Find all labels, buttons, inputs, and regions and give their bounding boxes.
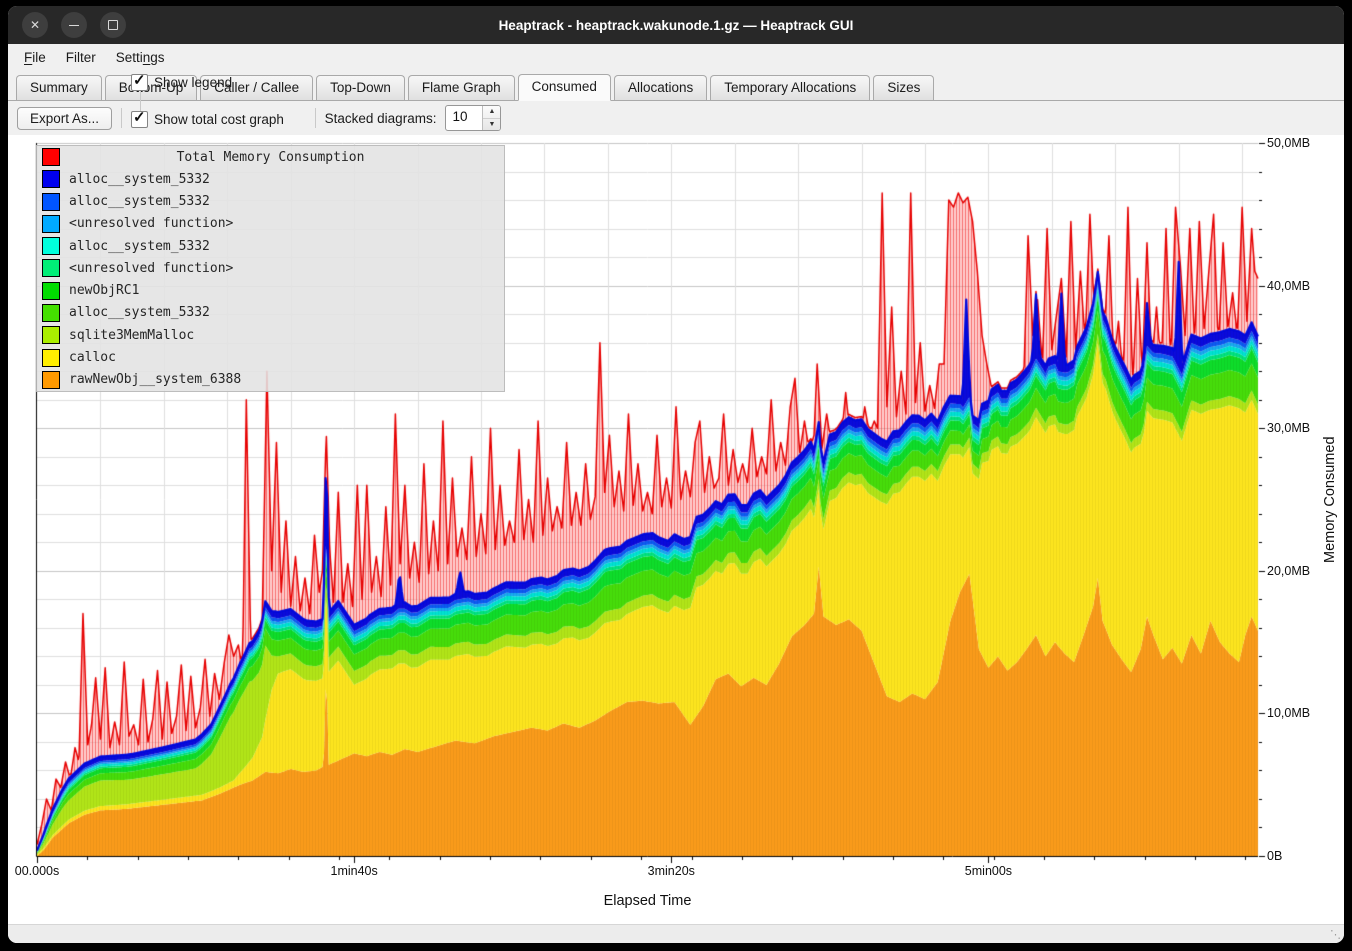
spin-down-button[interactable]: ▼	[483, 119, 500, 131]
legend-label: alloc__system_5332	[69, 172, 210, 187]
legend-label: calloc	[69, 350, 116, 365]
menu-bar: FileFilterSettings	[8, 44, 1344, 70]
legend-row: sqlite3MemMalloc	[37, 324, 504, 346]
y-axis-title: Memory Consumed	[1318, 143, 1342, 856]
checkbox-box[interactable]: ✓	[131, 111, 148, 128]
minimize-icon	[69, 25, 79, 26]
legend-swatch	[42, 349, 60, 367]
legend-swatch	[42, 237, 60, 255]
y-tick-label: 50,0MB	[1267, 136, 1310, 150]
maximize-button[interactable]	[100, 12, 126, 38]
toolbar: Export As... ✓Show legend✓Show total cos…	[8, 101, 1344, 135]
checkbox-box[interactable]: ✓	[131, 74, 148, 91]
menu-item-filter[interactable]: Filter	[56, 48, 106, 67]
legend-swatch	[42, 170, 60, 188]
spin-up-button[interactable]: ▲	[483, 106, 500, 119]
legend-swatch	[42, 193, 60, 211]
spinbox-value[interactable]: 10	[446, 106, 482, 130]
stacked-diagrams-spinbox[interactable]: 10 ▲ ▼	[445, 105, 501, 131]
checkbox-label: Show legend	[154, 75, 232, 90]
legend-swatch	[42, 148, 60, 166]
menu-item-settings[interactable]: Settings	[106, 48, 175, 67]
legend-row: <unresolved function>	[37, 213, 504, 235]
legend-label: alloc__system_5332	[69, 305, 210, 320]
legend-label: alloc__system_5332	[69, 239, 210, 254]
window-controls: ✕	[8, 12, 126, 38]
resize-grip[interactable]: ⋱	[1329, 929, 1341, 941]
legend-row: calloc	[37, 346, 504, 368]
legend-row: alloc__system_5332	[37, 168, 504, 190]
legend-label: sqlite3MemMalloc	[69, 328, 194, 343]
legend-swatch	[42, 371, 60, 389]
tab-temporary-allocations[interactable]: Temporary Allocations	[710, 75, 870, 100]
legend-row: Total Memory Consumption	[37, 146, 504, 168]
legend-label: rawNewObj__system_6388	[69, 372, 241, 387]
checkmark-icon: ✓	[133, 71, 146, 89]
y-tick-label: 0B	[1267, 849, 1282, 863]
checkbox-label: Show total cost graph	[154, 112, 284, 127]
y-tick-label: 20,0MB	[1267, 564, 1310, 578]
close-button[interactable]: ✕	[22, 12, 48, 38]
legend-swatch	[42, 304, 60, 322]
export-as-button[interactable]: Export As...	[17, 107, 112, 130]
y-tick-label: 40,0MB	[1267, 279, 1310, 293]
menu-item-file[interactable]: File	[14, 48, 56, 67]
x-axis-title: Elapsed Time	[37, 893, 1258, 909]
tab-consumed[interactable]: Consumed	[518, 74, 611, 101]
legend-swatch	[42, 282, 60, 300]
legend-row: alloc__system_5332	[37, 191, 504, 213]
x-tick-label: 00.000s	[15, 864, 59, 878]
legend-row: newObjRC1	[37, 280, 504, 302]
legend-row: <unresolved function>	[37, 257, 504, 279]
stacked-diagrams-label: Stacked diagrams:	[325, 111, 437, 126]
checkbox-show-legend[interactable]: ✓ Show legend	[131, 74, 306, 91]
legend-title: Total Memory Consumption	[69, 150, 504, 165]
status-bar: ⋱	[8, 924, 1344, 943]
y-tick-label: 10,0MB	[1267, 706, 1310, 720]
tab-flame-graph[interactable]: Flame Graph	[408, 75, 515, 100]
legend-swatch	[42, 259, 60, 277]
legend-label: newObjRC1	[69, 283, 139, 298]
x-tick-label: 5min00s	[965, 864, 1012, 878]
minimize-button[interactable]	[61, 12, 87, 38]
legend-swatch	[42, 215, 60, 233]
checkmark-icon: ✓	[133, 108, 146, 126]
legend-label: <unresolved function>	[69, 261, 233, 276]
toolbar-separator	[121, 108, 122, 128]
y-tick-label: 30,0MB	[1267, 421, 1310, 435]
chart-legend: Total Memory Consumption alloc__system_53…	[36, 145, 505, 392]
legend-row: alloc__system_5332	[37, 235, 504, 257]
maximize-icon	[108, 20, 118, 30]
tab-sizes[interactable]: Sizes	[873, 75, 934, 100]
legend-swatch	[42, 326, 60, 344]
window-title: Heaptrack - heaptrack.wakunode.1.gz — He…	[8, 18, 1344, 33]
close-icon: ✕	[30, 19, 40, 31]
toolbar-separator	[315, 108, 316, 128]
title-bar: ✕ Heaptrack - heaptrack.wakunode.1.gz — …	[8, 6, 1344, 44]
checkbox-show-total-cost-graph[interactable]: ✓ Show total cost graph	[131, 111, 306, 128]
x-tick-label: 3min20s	[648, 864, 695, 878]
app-window: ✕ Heaptrack - heaptrack.wakunode.1.gz — …	[8, 6, 1344, 943]
legend-row: alloc__system_5332	[37, 302, 504, 324]
tab-allocations[interactable]: Allocations	[614, 75, 707, 100]
x-tick-label: 1min40s	[331, 864, 378, 878]
legend-label: <unresolved function>	[69, 216, 233, 231]
chart-panel: Total Memory Consumption alloc__system_53…	[8, 135, 1344, 924]
legend-row: rawNewObj__system_6388	[37, 369, 504, 391]
legend-label: alloc__system_5332	[69, 194, 210, 209]
tab-top-down[interactable]: Top-Down	[316, 75, 405, 100]
tab-summary[interactable]: Summary	[16, 75, 102, 100]
